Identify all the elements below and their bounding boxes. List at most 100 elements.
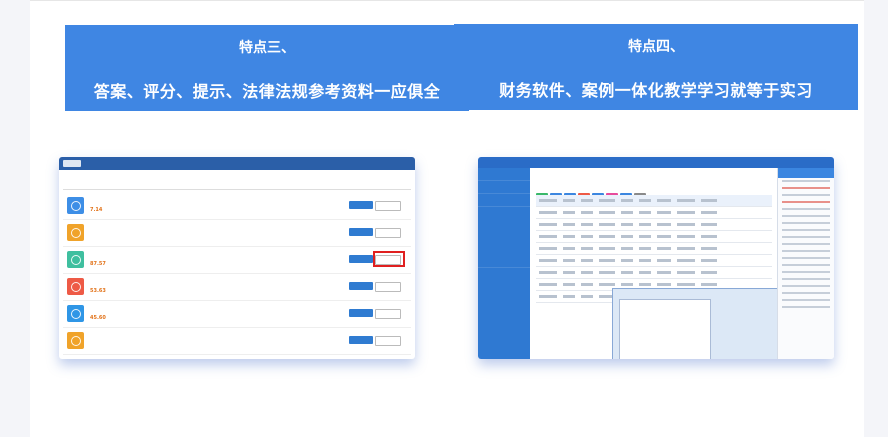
grid-cell	[701, 223, 717, 226]
text-line	[782, 187, 830, 189]
view-answer-button[interactable]	[375, 228, 401, 238]
grid-row[interactable]	[536, 231, 772, 243]
grid-cell	[599, 259, 615, 262]
view-answer-button[interactable]	[375, 201, 401, 211]
continue-button[interactable]	[349, 309, 373, 317]
grid-cell	[621, 259, 633, 262]
sidebar-item[interactable]	[478, 168, 530, 181]
score: 53.63	[90, 288, 106, 294]
grid-cell	[581, 259, 593, 262]
grid-cell	[581, 211, 593, 214]
score-value: 53.63	[90, 288, 106, 294]
start-button[interactable]	[349, 336, 373, 344]
company-icon-glyph	[71, 255, 81, 265]
grid-cell	[539, 259, 557, 262]
grid-row[interactable]	[536, 267, 772, 279]
grid-cell	[539, 199, 557, 202]
feature-4-title: 特点四、	[628, 39, 684, 55]
grid-cell	[621, 223, 633, 226]
grid-cell	[621, 283, 633, 286]
grid-cell	[581, 271, 593, 274]
continue-button[interactable]	[349, 282, 373, 290]
grid-cell	[677, 283, 695, 286]
app-logo	[63, 160, 81, 167]
grid-cell	[701, 199, 717, 202]
grid-cell	[639, 235, 651, 238]
sidebar-subitem[interactable]	[478, 223, 530, 231]
grid-cell	[563, 247, 575, 250]
grid-cell	[621, 271, 633, 274]
grid-cell	[599, 235, 615, 238]
list-subheader	[63, 181, 411, 190]
grid-cell	[657, 283, 671, 286]
grid-cell	[639, 211, 651, 214]
company-icon	[67, 197, 84, 214]
sidebar-item[interactable]	[478, 194, 530, 207]
voucher-document	[619, 299, 711, 359]
sidebar-item[interactable]	[478, 181, 530, 194]
sidebar-subitem[interactable]	[478, 215, 530, 223]
text-line	[782, 278, 830, 280]
sidebar-subitem[interactable]	[478, 207, 530, 215]
sidebar-subitem[interactable]	[478, 247, 530, 255]
grid-cell	[563, 199, 575, 202]
continue-button[interactable]	[349, 255, 373, 263]
sidebar-subitem[interactable]	[478, 239, 530, 247]
list-item: 87.57	[63, 247, 411, 274]
grid-cell	[539, 211, 557, 214]
grid-cell	[677, 223, 695, 226]
grid-cell	[677, 235, 695, 238]
grid-cell	[621, 211, 633, 214]
list-item: 53.63	[63, 274, 411, 301]
grid-cell	[621, 247, 633, 250]
grid-cell	[599, 283, 615, 286]
grid-row[interactable]	[536, 207, 772, 219]
company-icon-glyph	[71, 282, 81, 292]
text-line	[782, 180, 830, 182]
grid-row[interactable]	[536, 219, 772, 231]
feature-3-subtitle: 答案、评分、提示、法律法规参考资料一应俱全	[93, 82, 441, 101]
company-icon-glyph	[71, 201, 81, 211]
grid-cell	[539, 295, 557, 298]
grid-row[interactable]	[536, 243, 772, 255]
company-icon	[67, 305, 84, 322]
grid-cell	[581, 223, 593, 226]
grid-cell	[639, 199, 651, 202]
grid-cell	[701, 259, 717, 262]
grid-cell	[701, 211, 717, 214]
text-line	[782, 208, 830, 210]
sidebar	[478, 168, 530, 359]
view-answer-button[interactable]	[375, 336, 401, 346]
company-icon	[67, 224, 84, 241]
sidebar-item[interactable]	[478, 255, 530, 268]
continue-button[interactable]	[349, 201, 373, 209]
sidebar-subitem[interactable]	[478, 231, 530, 239]
grid-cell	[677, 259, 695, 262]
highlight-box	[373, 251, 405, 267]
start-button[interactable]	[349, 228, 373, 236]
grid-cell	[621, 235, 633, 238]
list-item	[63, 328, 411, 355]
view-answer-button[interactable]	[375, 282, 401, 292]
grid-cell	[599, 199, 615, 202]
text-line	[782, 271, 830, 273]
text-line	[782, 299, 830, 301]
grid-cell	[563, 271, 575, 274]
grid-cell	[639, 223, 651, 226]
text-line	[782, 257, 830, 259]
text-line	[782, 250, 830, 252]
grid-cell	[581, 283, 593, 286]
list-item: 7.14	[63, 193, 411, 220]
text-line	[782, 229, 830, 231]
text-line	[782, 292, 830, 294]
company-icon-glyph	[71, 228, 81, 238]
view-answer-button[interactable]	[375, 309, 401, 319]
text-line	[782, 215, 830, 217]
toolbar	[536, 184, 648, 199]
app-header	[59, 157, 415, 170]
grid-row[interactable]	[536, 255, 772, 267]
grid-cell	[599, 211, 615, 214]
grid-cell	[677, 211, 695, 214]
grid-cell	[657, 259, 671, 262]
text-line	[782, 243, 830, 245]
